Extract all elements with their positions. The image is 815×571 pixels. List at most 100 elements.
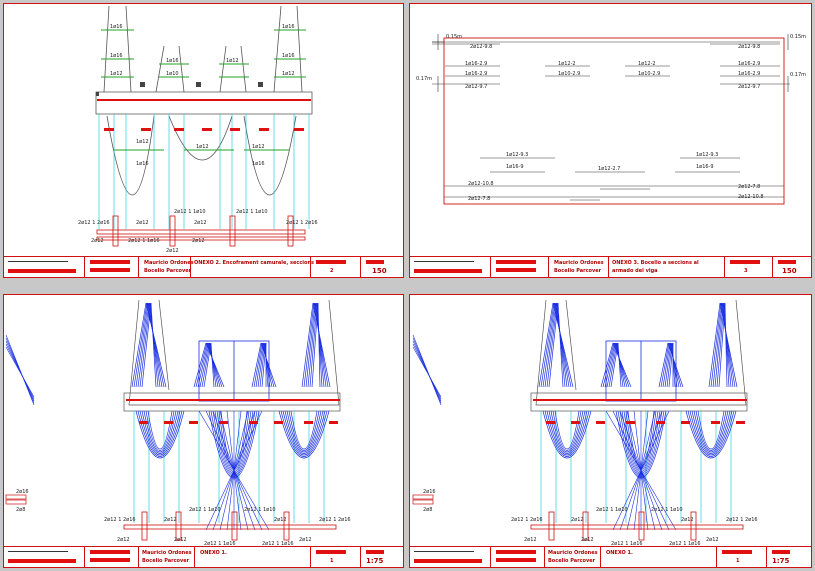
section-blocks — [96, 82, 263, 96]
svg-text:2ø12-10.8: 2ø12-10.8 — [468, 181, 494, 187]
tb-title: ONEXO 1. — [200, 550, 227, 556]
drawing-reinforcement-detail: 2ø12 1 2ø16 2ø12 2ø12 1 1ø10 2ø12 1 1ø10 2ø1… — [5, 299, 351, 547]
tb-line — [8, 551, 68, 552]
title-block: Mauricio Ordones Bocelio Parcover ONEXO … — [410, 256, 811, 277]
red-rebar-mark — [304, 421, 313, 424]
blue-rebar — [554, 410, 580, 450]
foot-post — [141, 511, 148, 541]
svg-text:0.17m: 0.17m — [416, 76, 432, 82]
tb-bar — [316, 260, 346, 264]
tb-title: ONEXO 3. Bocello a seccions al — [612, 260, 699, 266]
svg-text:2ø12 1 1ø16: 2ø12 1 1ø16 — [128, 238, 160, 244]
section-frame — [443, 37, 785, 205]
detail-box — [412, 494, 434, 500]
detail-box — [5, 499, 27, 505]
blue-rebar — [556, 302, 566, 388]
rebar-label: 2ø12 — [706, 537, 719, 543]
blue-rebar — [538, 302, 554, 388]
tb-author-1: Mauricio Ordones — [554, 260, 604, 266]
blue-rebar — [282, 410, 326, 456]
drawing-reinforcement-detail: 2ø12 1 2ø16 2ø12 2ø12 1 1ø10 2ø12 1 1ø10 2ø1… — [412, 299, 758, 547]
blue-rebar — [135, 410, 185, 459]
title-block: Mauricio Ordones Bocelio Parcover ONEXO … — [4, 546, 403, 567]
tb-bar — [772, 550, 790, 554]
rebar-labels: 2ø12-9.8 2ø12-9.8 1ø16-2.9 1ø12-2 1ø12-2… — [416, 34, 806, 202]
foot-post — [548, 511, 555, 541]
svg-text:0.15m: 0.15m — [446, 34, 462, 40]
blue-rebar — [147, 410, 173, 450]
blue-rebar — [687, 410, 735, 457]
tb-divider — [360, 547, 361, 567]
svg-text:1ø12-9.3: 1ø12-9.3 — [506, 152, 528, 158]
tb-bar — [366, 260, 384, 264]
svg-text:2ø12: 2ø12 — [194, 220, 207, 226]
tb-author-1: Mauricio Ordones — [144, 260, 194, 266]
blue-rebar — [206, 342, 223, 388]
blue-rebar — [613, 342, 630, 388]
sheet-top-right[interactable]: 2ø12-9.8 2ø12-9.8 1ø16-2.9 1ø12-2 1ø12-2… — [409, 3, 812, 278]
svg-text:1ø16-9: 1ø16-9 — [696, 164, 714, 170]
svg-text:2ø12 1 2ø16: 2ø12 1 2ø16 — [286, 220, 318, 226]
tb-divider — [490, 547, 491, 567]
rebar-label: 2ø12 — [117, 537, 130, 543]
tb-author-2: Bocelio Parcover — [554, 268, 602, 274]
sheet-bottom-right[interactable]: 2ø12 1 2ø16 2ø12 2ø12 1 1ø10 2ø12 1 1ø10 2ø1… — [409, 294, 812, 568]
svg-text:1ø12-9.3: 1ø12-9.3 — [696, 152, 718, 158]
foot-post — [175, 511, 182, 541]
svg-text:1ø12: 1ø12 — [110, 71, 123, 77]
red-rebar-mark — [249, 421, 258, 424]
svg-text:1ø10-2.9: 1ø10-2.9 — [558, 71, 580, 77]
red-rebar-mark — [681, 421, 690, 424]
foot-beam — [530, 524, 744, 530]
tb-divider — [310, 547, 311, 567]
blue-rebar — [284, 410, 324, 454]
tb-bar — [496, 260, 536, 264]
tb-sheet-number: 1 — [736, 558, 740, 564]
svg-text:2ø12: 2ø12 — [192, 238, 205, 244]
svg-text:1ø10: 1ø10 — [166, 71, 179, 77]
title-block: Mauricio Ordones Bocelio Parcover ONEXO … — [4, 256, 403, 277]
svg-text:1ø16-9: 1ø16-9 — [506, 164, 524, 170]
foot-post — [638, 511, 645, 541]
blue-rebar — [131, 302, 147, 388]
tb-bar — [90, 268, 130, 272]
sheet-top-left[interactable]: 1ø16 1ø16 1ø12 1ø16 1ø10 1ø12 1ø16 1ø16 … — [3, 3, 404, 278]
svg-text:1ø16: 1ø16 — [252, 161, 265, 167]
svg-text:2ø12: 2ø12 — [166, 248, 179, 254]
tb-bar — [496, 268, 536, 272]
tb-divider — [548, 257, 549, 277]
blue-rebar — [552, 302, 574, 388]
sheet-bottom-left[interactable]: 2ø12 1 2ø16 2ø12 2ø12 1 1ø10 2ø12 1 1ø10 2ø1… — [3, 294, 404, 568]
rebar-label: 2ø12 1 2ø16 — [104, 517, 136, 523]
tb-sheet-number: 1 — [330, 558, 334, 564]
red-rebar-mark — [711, 421, 720, 424]
svg-text:1ø16-2.9: 1ø16-2.9 — [738, 71, 760, 77]
rebar-label: 2ø12 — [524, 537, 537, 543]
tb-divider — [716, 547, 717, 567]
tb-divider — [190, 257, 191, 277]
blue-rebar — [555, 302, 568, 388]
red-rebar-mark — [596, 421, 605, 424]
red-rebar-mark — [626, 421, 635, 424]
blue-rebar — [546, 410, 588, 456]
rebar-label: 2ø16 — [423, 489, 436, 495]
svg-text:1ø12: 1ø12 — [196, 144, 209, 150]
blue-rebar — [149, 302, 159, 388]
tb-bar — [316, 550, 346, 554]
svg-text:2ø12-7.8: 2ø12-7.8 — [468, 196, 490, 202]
rebar-label: 2ø12 1 2ø16 — [319, 517, 351, 523]
tb-bar — [90, 260, 130, 264]
tb-author-1: Mauricio Ordones — [548, 550, 598, 556]
blue-rebar — [544, 410, 590, 457]
svg-text:1ø16: 1ø16 — [110, 24, 123, 30]
foot-post — [582, 511, 589, 541]
tb-divider — [194, 547, 195, 567]
tb-divider — [84, 547, 85, 567]
red-rebar-line — [533, 399, 747, 401]
tb-divider — [608, 257, 609, 277]
tb-author-2: Bocelio Parcover — [548, 558, 596, 564]
tb-divider — [138, 547, 139, 567]
svg-text:1ø12: 1ø12 — [226, 58, 239, 64]
tb-scale: 1:75 — [366, 557, 384, 565]
tb-divider — [772, 257, 773, 277]
